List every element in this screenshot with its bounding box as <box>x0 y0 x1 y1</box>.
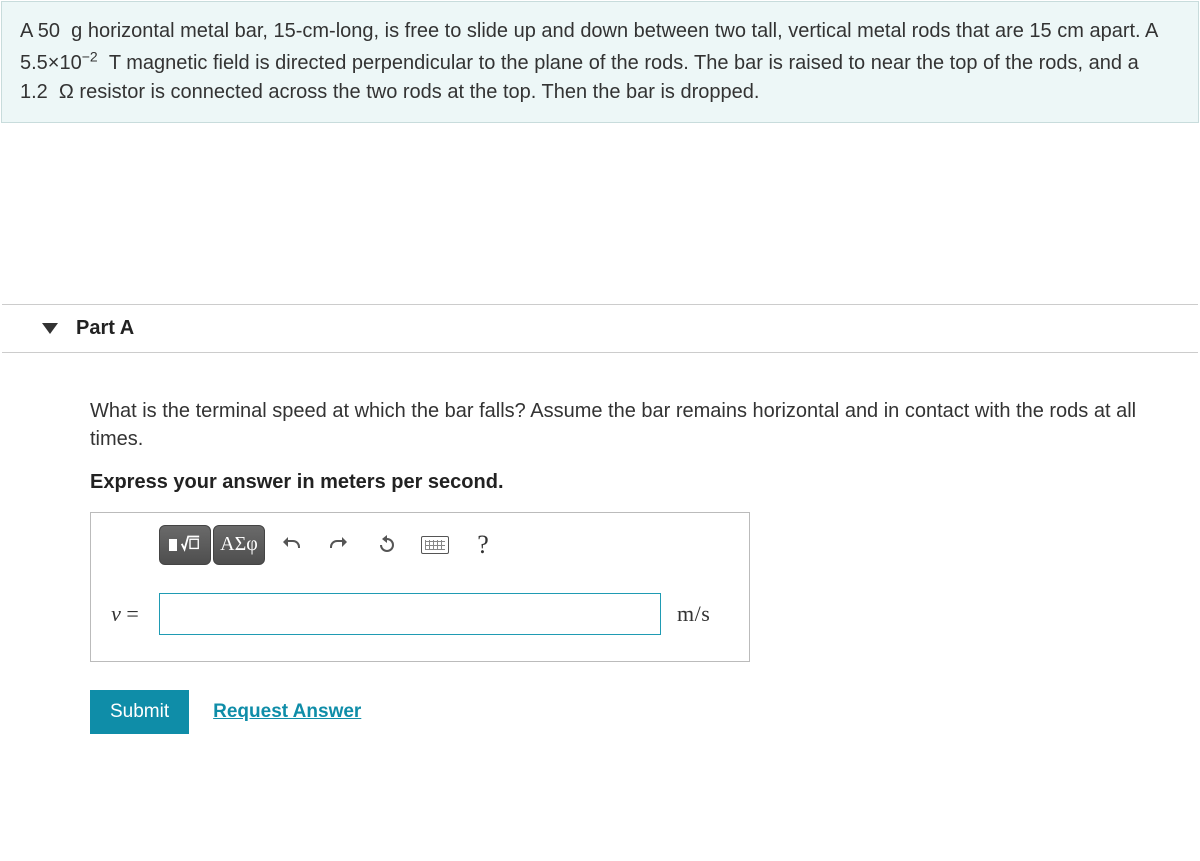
spacer <box>0 124 1200 304</box>
question-text: What is the terminal speed at which the … <box>90 397 1180 453</box>
redo-button[interactable] <box>317 525 361 565</box>
keyboard-icon <box>421 536 449 554</box>
equation-toolbar: ΑΣφ ? <box>91 513 749 577</box>
request-answer-link[interactable]: Request Answer <box>213 701 361 723</box>
equals-sign: = <box>121 601 139 626</box>
answer-input[interactable] <box>159 593 661 635</box>
rect-icon <box>169 539 177 551</box>
unit-label: m/s <box>661 601 710 627</box>
help-icon: ? <box>477 530 489 560</box>
root-icon <box>179 531 201 558</box>
input-row: v = m/s <box>91 577 749 651</box>
answer-box: ΑΣφ ? v = m/s <box>90 512 750 662</box>
toolbar-group: ΑΣφ <box>159 525 265 565</box>
submit-button[interactable]: Submit <box>90 690 189 734</box>
help-button[interactable]: ? <box>461 525 505 565</box>
answer-instruction: Express your answer in meters per second… <box>90 471 1180 494</box>
reset-button[interactable] <box>365 525 409 565</box>
greek-button[interactable]: ΑΣφ <box>213 525 265 565</box>
part-body: What is the terminal speed at which the … <box>0 353 1200 734</box>
part-header[interactable]: Part A <box>2 304 1198 353</box>
variable-symbol: v <box>111 601 121 626</box>
actions-row: Submit Request Answer <box>90 690 1180 734</box>
keyboard-button[interactable] <box>413 525 457 565</box>
part-label: Part A <box>76 317 134 340</box>
undo-button[interactable] <box>269 525 313 565</box>
variable-label: v = <box>91 601 159 627</box>
problem-text: A 50 g horizontal metal bar, 15-cm-long,… <box>20 20 1157 103</box>
templates-button[interactable] <box>159 525 211 565</box>
collapse-icon <box>42 323 58 334</box>
problem-statement: A 50 g horizontal metal bar, 15-cm-long,… <box>1 1 1199 123</box>
